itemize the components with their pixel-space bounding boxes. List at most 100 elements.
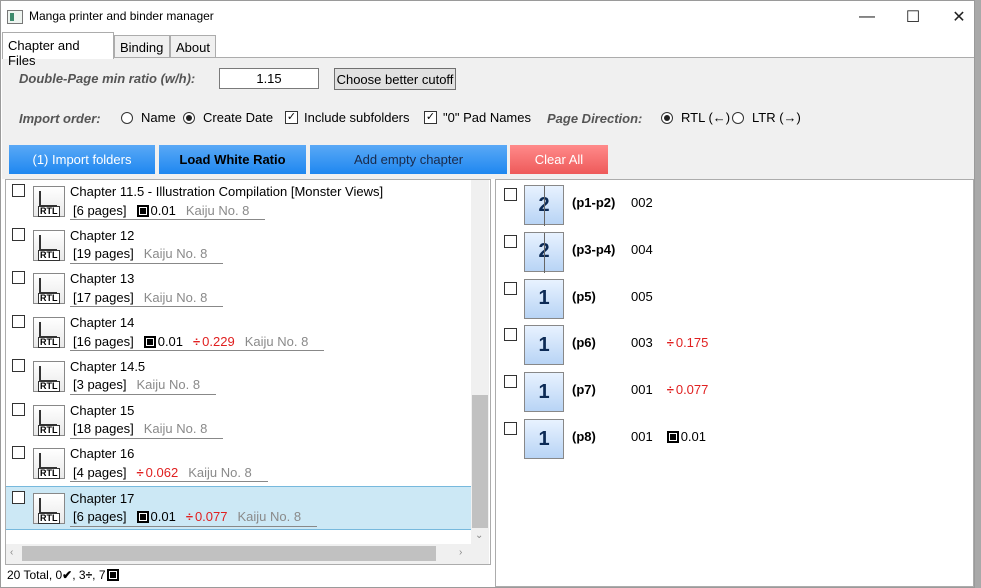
close-button[interactable]: ✕ bbox=[936, 1, 981, 32]
include-subfolders-checkbox[interactable]: ✓ Include subfolders bbox=[285, 110, 410, 125]
title-bar: Manga printer and binder manager — ☐ ✕ bbox=[1, 1, 974, 32]
chapter-title: Chapter 14.5 bbox=[70, 358, 146, 374]
page-count-icon: 2 bbox=[524, 185, 564, 226]
split-ratio-value: 0.175 bbox=[675, 335, 709, 351]
rtl-badge: RTL bbox=[38, 249, 60, 261]
pad-names-checkbox[interactable]: ✓ "0" Pad Names bbox=[424, 110, 531, 125]
ratio-input[interactable]: 1.15 bbox=[219, 68, 319, 89]
page-checkbox[interactable] bbox=[504, 188, 517, 201]
chapter-row[interactable]: RTL Chapter 11.5 - Illustration Compilat… bbox=[6, 180, 471, 224]
page-range: (p6) bbox=[572, 335, 596, 351]
page-checkbox[interactable] bbox=[504, 281, 517, 295]
page-row[interactable]: 2 (p1-p2) 002 bbox=[496, 184, 966, 230]
page-count: [3 pages] bbox=[73, 377, 127, 393]
clear-all-button[interactable]: Clear All bbox=[510, 145, 608, 174]
import-folders-button[interactable]: (1) Import folders bbox=[9, 145, 155, 174]
maximize-button[interactable]: ☐ bbox=[890, 1, 936, 32]
minimize-button[interactable]: — bbox=[844, 1, 890, 32]
chapter-checkbox[interactable] bbox=[12, 358, 25, 372]
chapter-title: Chapter 17 bbox=[70, 490, 135, 506]
tab-binding[interactable]: Binding bbox=[114, 35, 170, 58]
split-ratio: ÷ 0.077 bbox=[667, 382, 709, 397]
radio-name[interactable]: Name bbox=[121, 110, 176, 125]
rtl-badge: RTL bbox=[38, 512, 60, 524]
page-checkbox[interactable] bbox=[504, 328, 517, 342]
include-subfolders-label: Include subfolders bbox=[304, 110, 410, 125]
white-ratio-icon bbox=[136, 511, 149, 524]
choose-cutoff-button[interactable]: Choose better cutoff bbox=[334, 68, 456, 90]
ratio-label: Double-Page min ratio (w/h): bbox=[19, 71, 196, 86]
radio-rtl[interactable]: RTL (←) bbox=[661, 110, 730, 125]
page-meta: 001 0.01 bbox=[631, 429, 720, 444]
radio-create-date[interactable]: Create Date bbox=[183, 110, 273, 125]
chapter-checkbox[interactable] bbox=[12, 446, 25, 460]
chapter-row[interactable]: RTL Chapter 14 [16 pages] 0.01 ÷ 0.229 Kaiju… bbox=[6, 311, 471, 355]
series-name: Kaiju No. 8 bbox=[185, 202, 250, 218]
chapter-row[interactable]: RTL Chapter 13 [17 pages] Kaiju No. 8 bbox=[6, 267, 471, 311]
page-checkbox[interactable] bbox=[504, 375, 517, 389]
load-white-ratio-button[interactable]: Load White Ratio bbox=[159, 145, 306, 174]
page-range: (p7) bbox=[572, 382, 596, 398]
chapter-row[interactable]: RTL Chapter 12 [19 pages] Kaiju No. 8 bbox=[6, 224, 471, 268]
page-count: [6 pages] bbox=[73, 509, 127, 525]
radio-ltr[interactable]: LTR (→) bbox=[732, 110, 801, 125]
rtl-book-icon: RTL bbox=[33, 448, 65, 480]
tab-about[interactable]: About bbox=[170, 35, 216, 58]
chapter-checkbox[interactable] bbox=[12, 271, 25, 285]
page-file: 005 bbox=[631, 288, 653, 304]
chapter-info: [17 pages] Kaiju No. 8 bbox=[70, 288, 224, 308]
page-file: 002 bbox=[631, 195, 653, 210]
vertical-scrollbar[interactable]: ⌄ bbox=[471, 180, 489, 544]
page-checkbox[interactable] bbox=[504, 234, 517, 248]
chapter-row[interactable]: RTL Chapter 15 [18 pages] Kaiju No. 8 bbox=[6, 399, 471, 443]
chapter-row[interactable]: RTL Chapter 14.5 [3 pages] Kaiju No. 8 bbox=[6, 355, 471, 399]
chapter-checkbox[interactable] bbox=[12, 402, 25, 416]
tab-chapter-and-files[interactable]: Chapter and Files bbox=[2, 32, 114, 68]
white-ratio: 0.01 bbox=[136, 509, 176, 524]
horizontal-scroll-thumb[interactable] bbox=[22, 546, 436, 561]
split-ratio: ÷ 0.175 bbox=[667, 335, 709, 350]
rtl-badge: RTL bbox=[38, 337, 60, 349]
status-total: 20 Total, 0 bbox=[7, 568, 63, 582]
chapter-row[interactable]: RTL Chapter 16 [4 pages] ÷ 0.062 Kaiju No. … bbox=[6, 442, 471, 486]
page-row[interactable]: 1 (p5) 005 bbox=[496, 278, 966, 324]
page-range: (p3-p4) bbox=[572, 241, 616, 257]
window-title: Manga printer and binder manager bbox=[29, 9, 214, 23]
chapter-checkbox[interactable] bbox=[12, 227, 25, 241]
scroll-right-icon[interactable]: › bbox=[459, 547, 462, 558]
scroll-left-icon[interactable]: ‹ bbox=[10, 547, 13, 558]
rtl-book-icon: RTL bbox=[33, 360, 65, 392]
split-ratio-value: 0.229 bbox=[202, 333, 235, 349]
radio-name-label: Name bbox=[141, 110, 176, 125]
rtl-badge: RTL bbox=[38, 206, 60, 217]
rtl-badge: RTL bbox=[38, 293, 60, 305]
chapter-list[interactable]: RTL Chapter 11.5 - Illustration Compilat… bbox=[5, 179, 491, 565]
add-empty-chapter-button[interactable]: Add empty chapter bbox=[310, 145, 507, 174]
page-row[interactable]: 1 (p7) 001 ÷ 0.077 bbox=[496, 371, 966, 417]
rtl-badge: RTL bbox=[38, 380, 60, 392]
page-count: [4 pages] bbox=[73, 464, 127, 480]
page-list[interactable]: 2 (p1-p2) 002 2 (p3-p4) 004 1 (p5) 005 1… bbox=[495, 179, 974, 587]
vertical-scroll-thumb[interactable] bbox=[472, 395, 488, 528]
page-direction-label: Page Direction: bbox=[547, 111, 643, 126]
chapter-row[interactable]: RTL Chapter 17 [6 pages] 0.01 ÷ 0.077 Kaiju … bbox=[6, 485, 471, 530]
page-count-icon: 2 bbox=[524, 231, 564, 273]
page-checkbox[interactable] bbox=[504, 422, 517, 435]
page-row[interactable]: 1 (p6) 003 ÷ 0.175 bbox=[496, 324, 966, 370]
chapter-checkbox[interactable] bbox=[12, 490, 25, 504]
page-count-icon: 1 bbox=[524, 419, 564, 459]
chapter-title: Chapter 14 bbox=[70, 315, 135, 331]
pad-names-label: "0" Pad Names bbox=[443, 110, 531, 125]
rtl-book-icon: RTL bbox=[33, 273, 65, 305]
chapter-checkbox[interactable] bbox=[12, 184, 25, 197]
radio-icon bbox=[732, 111, 744, 124]
white-ratio-icon bbox=[143, 335, 156, 348]
scroll-down-icon[interactable]: ⌄ bbox=[475, 530, 483, 541]
page-row[interactable]: 1 (p8) 001 0.01 bbox=[496, 418, 966, 464]
page-row[interactable]: 2 (p3-p4) 004 bbox=[496, 231, 966, 277]
horizontal-scrollbar[interactable]: ‹ › bbox=[6, 544, 489, 564]
series-name: Kaiju No. 8 bbox=[237, 509, 302, 525]
chapter-info: [18 pages] Kaiju No. 8 bbox=[70, 420, 224, 439]
chapter-checkbox[interactable] bbox=[12, 315, 25, 329]
page-count: [18 pages] bbox=[73, 421, 134, 436]
